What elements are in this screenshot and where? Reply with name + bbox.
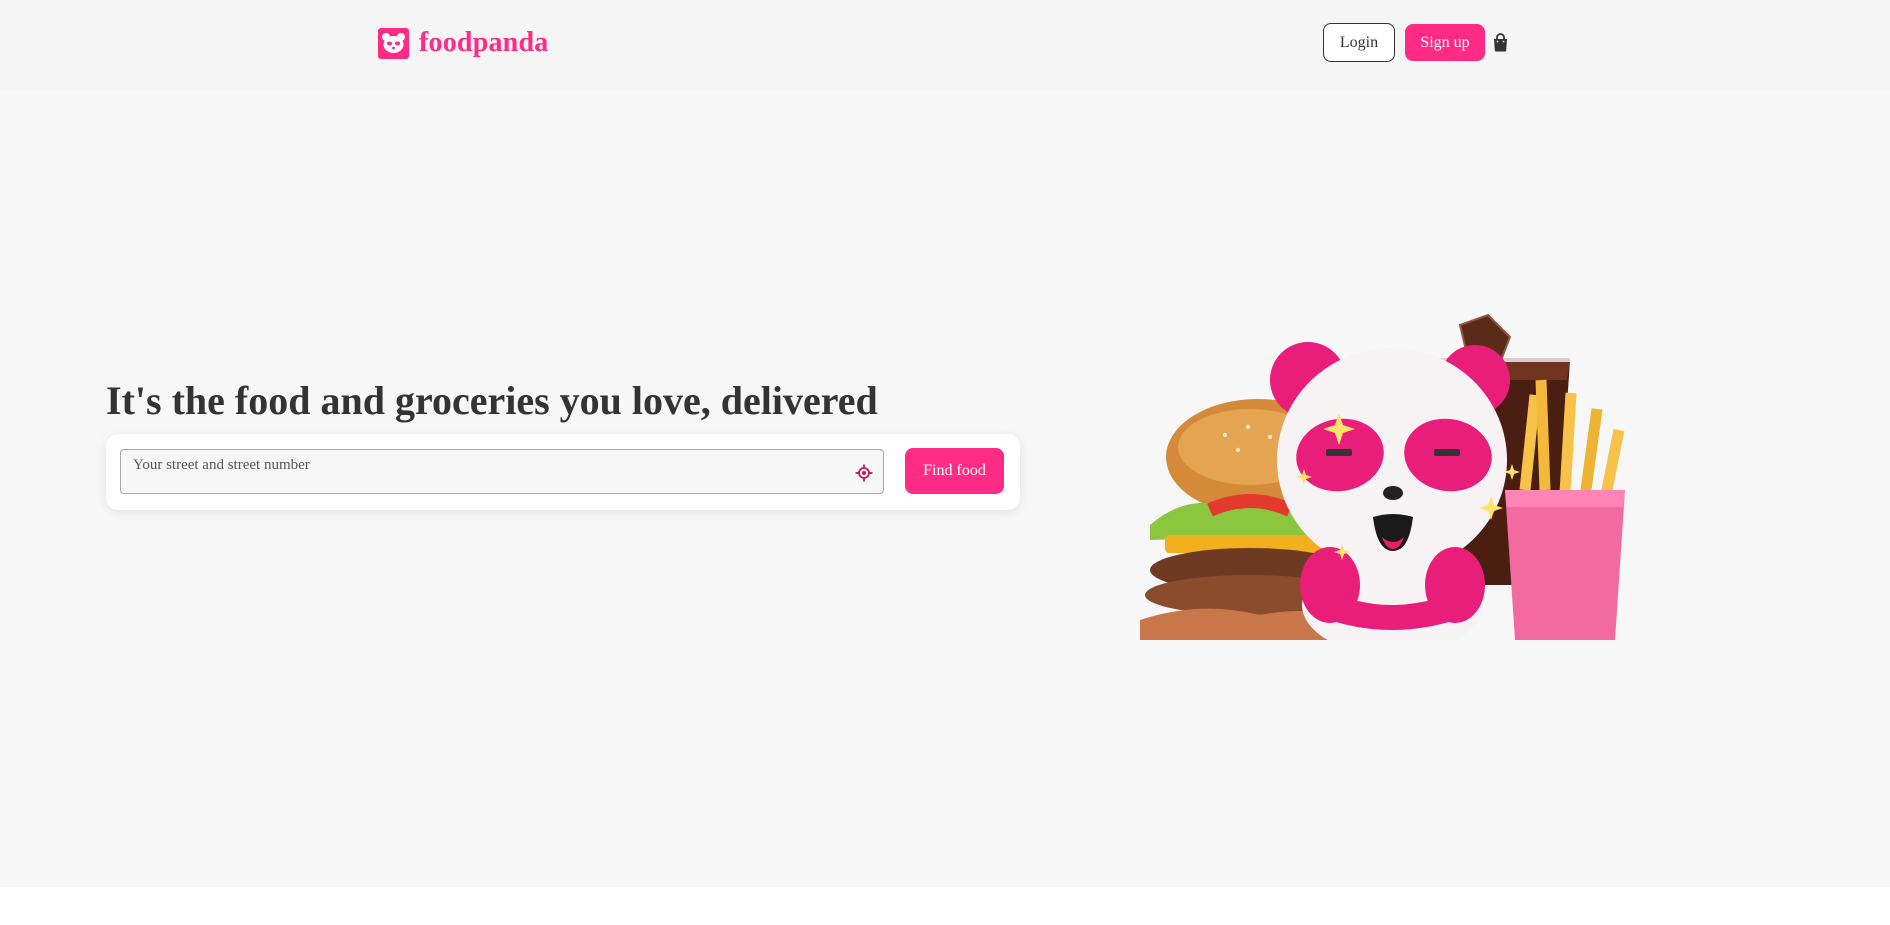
top-header: foodpanda Login Sign up	[0, 0, 1890, 90]
panda-mascot-icon	[1270, 342, 1520, 640]
login-button[interactable]: Login	[1323, 23, 1395, 62]
address-search-input[interactable]	[121, 450, 883, 493]
panda-food-illustration	[1130, 285, 1650, 640]
hero-headline: It's the food and groceries you love, de…	[106, 378, 878, 423]
logo-wordmark: foodpanda	[419, 27, 549, 58]
address-field-wrapper	[120, 449, 884, 494]
hero-section: It's the food and groceries you love, de…	[0, 90, 1890, 887]
address-search-card: Find food	[106, 434, 1020, 510]
locate-me-icon[interactable]	[855, 464, 873, 482]
panda-logo-icon	[378, 27, 409, 59]
signup-button[interactable]: Sign up	[1405, 24, 1485, 61]
page: foodpanda Login Sign up It's the food an…	[0, 0, 1890, 925]
find-food-button[interactable]: Find food	[905, 448, 1004, 494]
foodpanda-logo[interactable]: foodpanda	[378, 27, 548, 59]
shopping-bag-icon[interactable]	[1492, 33, 1509, 52]
